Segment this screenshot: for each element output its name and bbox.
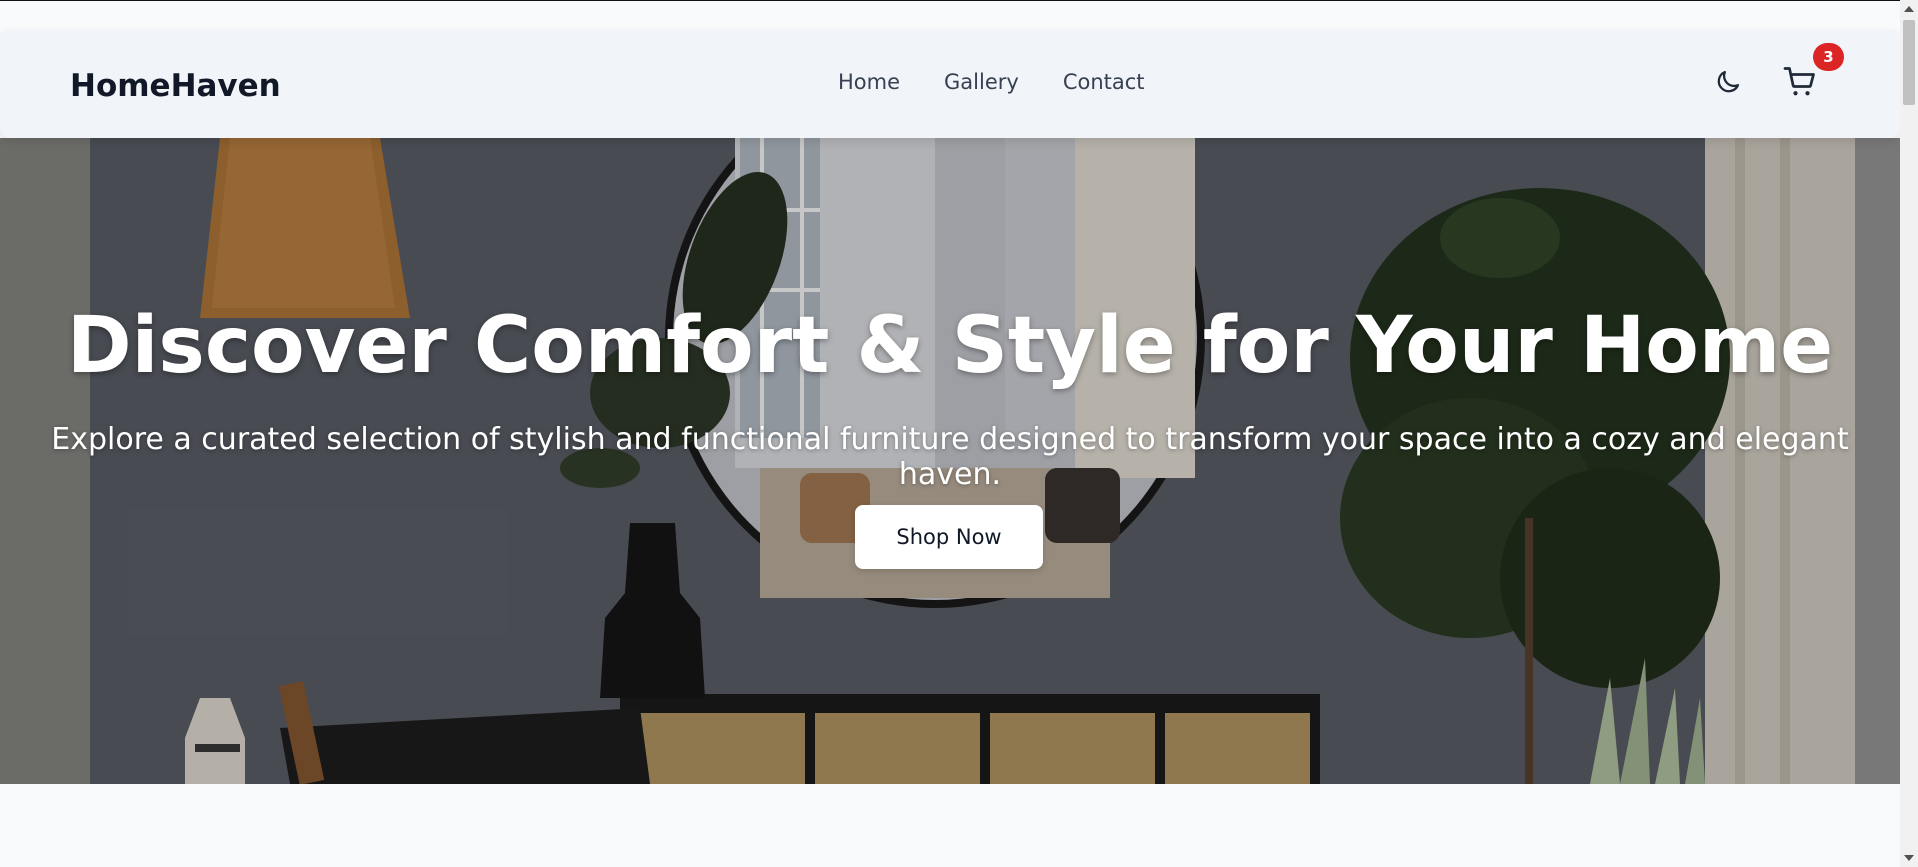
vertical-scrollbar[interactable] bbox=[1900, 0, 1918, 867]
hero-content: Discover Comfort & Style for Your Home E… bbox=[0, 138, 1900, 784]
nav-link-contact[interactable]: Contact bbox=[1063, 70, 1145, 94]
brand-logo[interactable]: HomeHaven bbox=[70, 68, 281, 104]
cart-icon[interactable] bbox=[1782, 64, 1818, 100]
moon-icon[interactable] bbox=[1713, 67, 1743, 97]
cart-count-badge: 3 bbox=[1813, 43, 1844, 71]
hero-subtitle: Explore a curated selection of stylish a… bbox=[51, 422, 1849, 492]
nav-link-gallery[interactable]: Gallery bbox=[944, 70, 1019, 94]
scroll-up-arrow-icon[interactable] bbox=[1904, 6, 1914, 12]
scroll-down-arrow-icon[interactable] bbox=[1904, 855, 1914, 861]
nav-links: Home Gallery Contact bbox=[838, 70, 1145, 94]
shop-now-button[interactable]: Shop Now bbox=[855, 505, 1043, 569]
hero-section: Discover Comfort & Style for Your Home E… bbox=[0, 138, 1900, 784]
nav-link-home[interactable]: Home bbox=[838, 70, 900, 94]
page: Discover Comfort & Style for Your Home E… bbox=[0, 0, 1900, 867]
navbar: HomeHaven Home Gallery Contact 3 bbox=[0, 30, 1900, 138]
hero-title: Discover Comfort & Style for Your Home bbox=[66, 301, 1834, 391]
scrollbar-thumb[interactable] bbox=[1903, 20, 1915, 105]
